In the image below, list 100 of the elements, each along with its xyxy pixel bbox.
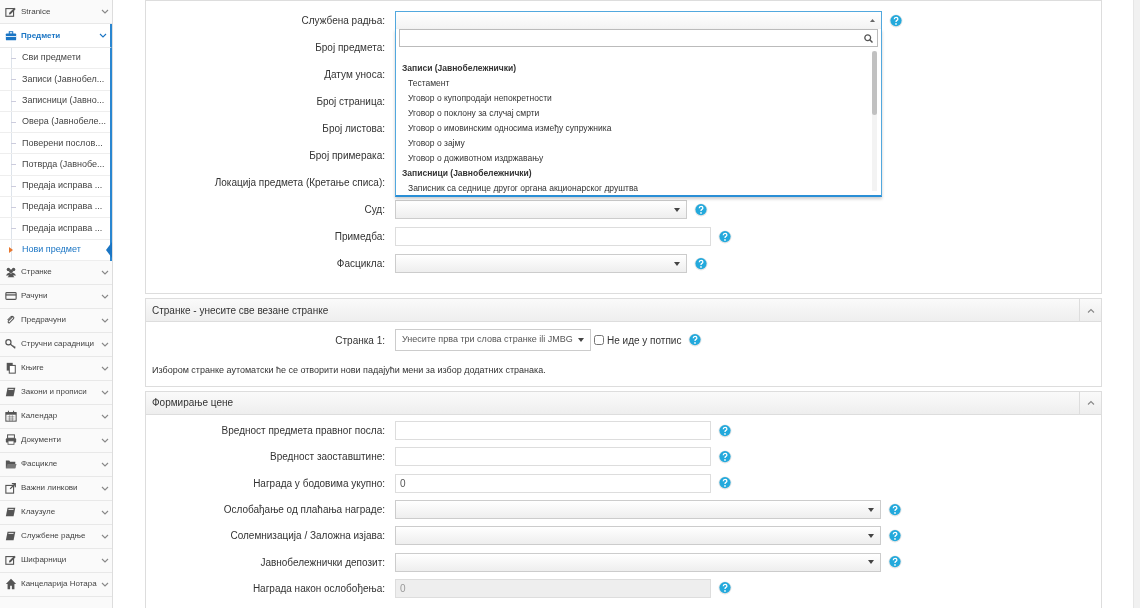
- sidebar-subitem[interactable]: Потврда (Јавнобе...: [0, 154, 110, 176]
- field-label: Службена радња:: [300, 14, 385, 28]
- chevron-icon: [101, 341, 109, 347]
- caret-icon: [674, 207, 680, 212]
- caret-icon: [868, 533, 874, 538]
- sidebar-item[interactable]: Странке: [0, 260, 112, 285]
- external-link-icon: [5, 481, 17, 496]
- dropdown-option[interactable]: Тестамент: [396, 76, 881, 91]
- help-icon[interactable]: [888, 528, 902, 543]
- edit-icon: [5, 553, 17, 568]
- chevron-icon: [101, 389, 109, 395]
- sidebar-item[interactable]: Канцеларија Нотара: [0, 572, 112, 597]
- select-field[interactable]: [395, 526, 881, 546]
- sidebar-item[interactable]: Шифарници: [0, 548, 112, 573]
- home-icon: [5, 577, 17, 592]
- chevron-icon: [101, 581, 109, 587]
- sidebar-subitem[interactable]: Сви предмети: [0, 48, 110, 70]
- field-label: Награда у бодовима укупно:: [252, 476, 385, 491]
- printer-icon: [5, 433, 17, 448]
- copy-icon: [5, 361, 17, 376]
- chevron-icon: [101, 437, 109, 443]
- chevron-icon: [101, 365, 109, 371]
- field-label: Примедба:: [333, 230, 385, 244]
- help-icon[interactable]: [718, 476, 732, 491]
- chevron-icon: [101, 317, 109, 323]
- search-icon: [864, 33, 873, 43]
- field-label: Датум уноса:: [323, 68, 385, 82]
- help-icon[interactable]: [888, 502, 902, 517]
- sidebar-subitem[interactable]: Записи (Јавнобел...: [0, 69, 110, 91]
- field-label: Фасцикла:: [335, 257, 385, 271]
- help-icon[interactable]: [888, 555, 902, 570]
- sidebar-item[interactable]: Предмети: [0, 24, 112, 48]
- sidebar-subitem[interactable]: Поверени послов...: [0, 133, 110, 155]
- sidebar-item[interactable]: Закони и прописи: [0, 380, 112, 405]
- option-group-label: Записници (Јавнобележнички): [401, 167, 533, 180]
- select-field[interactable]: [395, 552, 881, 572]
- sidebar-subitem[interactable]: Овера (Јавнобеле...: [0, 111, 110, 134]
- sidebar-item[interactable]: Клаузуле: [0, 500, 112, 525]
- field-label: Награда након ослобођења:: [251, 581, 385, 596]
- select-field[interactable]: Унесите прва три слова странке ili JMBG: [395, 329, 591, 351]
- select-field[interactable]: [395, 254, 687, 273]
- dropdown-option[interactable]: Уговор о поклону за случај смрти: [396, 106, 881, 121]
- chevron-icon: [101, 461, 109, 467]
- sidebar-item[interactable]: Књиге: [0, 356, 112, 381]
- input-field[interactable]: [395, 227, 711, 246]
- option-group-label: Записи (Јавнобележнички): [401, 62, 518, 75]
- field-label: Број примерака:: [308, 149, 385, 163]
- help-icon[interactable]: [718, 229, 732, 244]
- sidebar-item[interactable]: Предрачуни: [0, 308, 112, 333]
- select-field[interactable]: [395, 200, 687, 219]
- chevron-icon: [101, 9, 109, 14]
- input-field[interactable]: [395, 447, 711, 467]
- dropdown-option[interactable]: Записник са седнице другог органа акционарског друштва: [396, 181, 881, 195]
- dropdown-option[interactable]: Уговор о зајму: [396, 136, 881, 151]
- scrollbar[interactable]: [1133, 0, 1140, 608]
- sidebar-item[interactable]: Службене радње: [0, 524, 112, 549]
- sidebar-subitem[interactable]: Нови предмет: [0, 239, 110, 261]
- dropdown-option[interactable]: Уговор о имовинским односима између супружника: [396, 121, 881, 136]
- help-icon[interactable]: [688, 333, 703, 347]
- dropdown-option[interactable]: Уговор о купопродаји непокретности: [396, 91, 881, 106]
- help-icon[interactable]: [889, 13, 903, 28]
- sidebar-subitem[interactable]: Записници (Јавно...: [0, 90, 110, 112]
- help-icon[interactable]: [694, 202, 708, 217]
- field-label: Број предмета:: [314, 41, 385, 55]
- select-field[interactable]: [395, 500, 881, 520]
- chevron-icon: [101, 509, 109, 515]
- briefcase-icon: [5, 28, 17, 43]
- search-field[interactable]: [399, 29, 878, 47]
- chevron-icon: [101, 533, 109, 539]
- calendar-icon: [5, 409, 17, 424]
- caret-icon: [674, 261, 680, 266]
- scrollbar[interactable]: [872, 51, 877, 191]
- help-icon[interactable]: [718, 449, 732, 464]
- checkbox[interactable]: [594, 335, 604, 345]
- pointer-icon: [106, 241, 112, 258]
- help-icon[interactable]: [718, 423, 732, 438]
- sidebar-item[interactable]: Календар: [0, 404, 112, 429]
- field-label: Ослобађање од плаћања награде:: [222, 503, 385, 518]
- sidebar-item[interactable]: Стручни сарадници: [0, 332, 112, 357]
- chevron-icon: [1086, 400, 1095, 405]
- field-label: Вредност заоставштине:: [269, 450, 385, 465]
- users-icon: [5, 265, 17, 280]
- sidebar-item[interactable]: Важни линкови: [0, 476, 112, 501]
- help-icon[interactable]: [694, 256, 708, 271]
- input-field[interactable]: 0: [395, 473, 711, 493]
- help-icon[interactable]: [718, 581, 732, 596]
- help-text: Избором странке аутоматски ће се отворити нови падајући мени за избор додатних странака.: [151, 364, 547, 377]
- checkbox-label: Не иде у потпис: [607, 333, 682, 348]
- caret-icon: [578, 338, 584, 342]
- sidebar-item[interactable]: Рачуни: [0, 284, 112, 309]
- sidebar-subitem[interactable]: Предаја исправа ...: [0, 175, 110, 198]
- sidebar-item[interactable]: Документи: [0, 428, 112, 453]
- field-label: Странка 1:: [334, 333, 385, 348]
- dropdown-option[interactable]: Уговор о доживотном издржавању: [396, 151, 881, 166]
- input-field[interactable]: [395, 421, 711, 441]
- sidebar-subitem[interactable]: Предаја исправа ...: [0, 197, 110, 219]
- panel-title: Формирање цене: [151, 396, 234, 410]
- chevron-icon: [101, 293, 109, 299]
- sidebar-subitem[interactable]: Предаја исправа ...: [0, 218, 110, 240]
- sidebar-item[interactable]: Фасцикле: [0, 452, 112, 477]
